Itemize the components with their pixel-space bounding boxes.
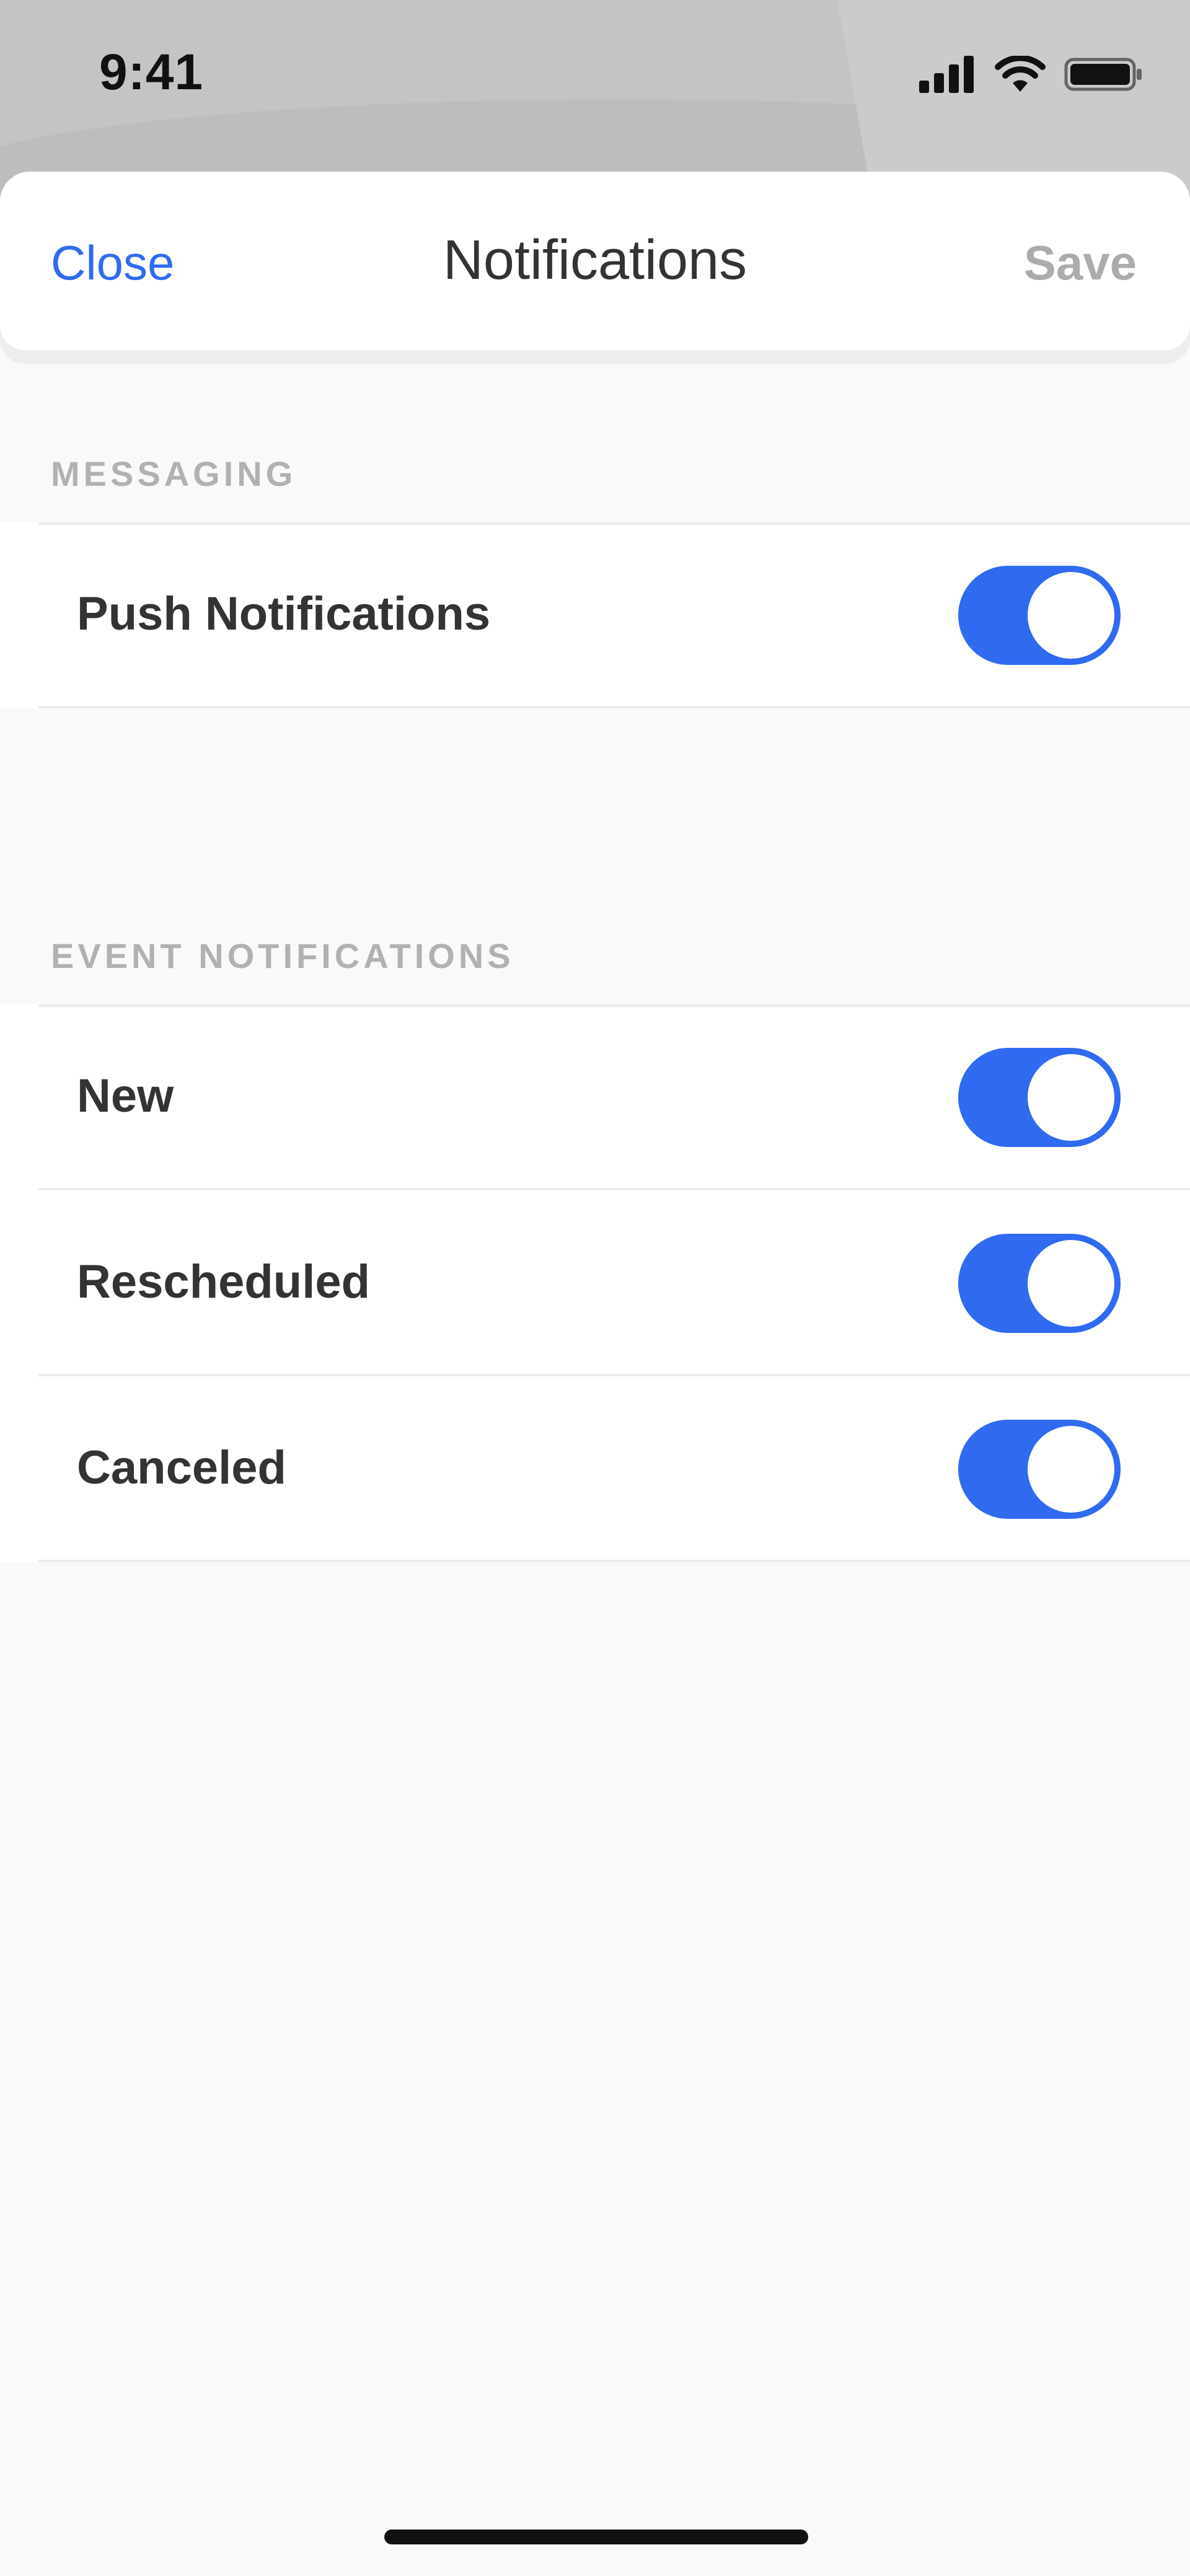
event-notifications-group: New Rescheduled Canceled: [0, 1004, 1190, 1562]
canceled-event-toggle[interactable]: [958, 1420, 1121, 1519]
messaging-group: Push Notifications: [0, 522, 1190, 708]
rescheduled-event-toggle[interactable]: [958, 1234, 1121, 1333]
setting-label: Canceled: [77, 1441, 286, 1494]
cellular-signal-icon: [919, 56, 974, 93]
navigation-bar: Close Notifications Save: [0, 172, 1190, 350]
new-event-toggle[interactable]: [958, 1048, 1121, 1147]
setting-label: Push Notifications: [77, 587, 491, 640]
setting-row-push-notifications: Push Notifications: [38, 522, 1190, 708]
setting-row-new: New: [38, 1004, 1190, 1190]
toggle-knob: [1028, 1240, 1114, 1327]
save-button[interactable]: Save: [1024, 235, 1137, 291]
status-icons: [919, 50, 1144, 99]
section-header-events: EVENT NOTIFICATIONS: [51, 936, 514, 975]
status-time: 9:41: [99, 44, 204, 100]
notifications-sheet: Close Notifications Save MESSAGING Push …: [0, 172, 1190, 2576]
setting-row-canceled: Canceled: [38, 1376, 1190, 1562]
battery-icon: [1064, 58, 1142, 91]
toggle-knob: [1028, 1054, 1114, 1141]
setting-label: New: [77, 1070, 174, 1122]
setting-label: Rescheduled: [77, 1255, 371, 1308]
page-title: Notifications: [443, 229, 747, 291]
toggle-knob: [1028, 1426, 1114, 1513]
section-header-messaging: MESSAGING: [51, 454, 297, 493]
setting-row-rescheduled: Rescheduled: [38, 1190, 1190, 1376]
home-indicator: [384, 2530, 808, 2544]
toggle-knob: [1028, 572, 1114, 659]
push-notifications-toggle[interactable]: [958, 566, 1121, 665]
wifi-icon: [995, 56, 1046, 92]
